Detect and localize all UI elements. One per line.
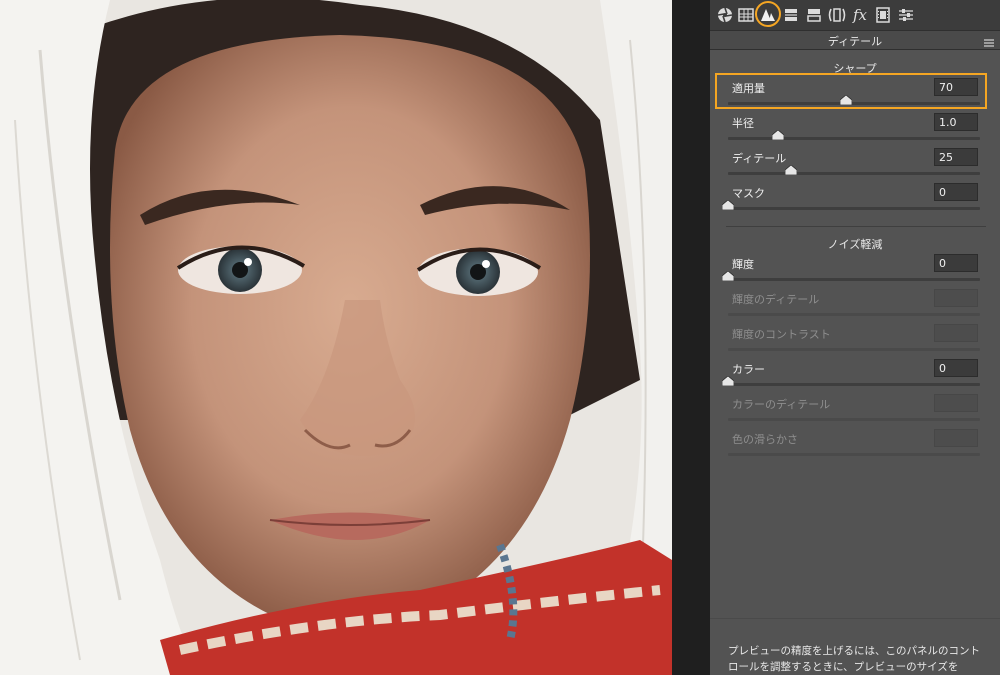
section-separator bbox=[726, 226, 986, 227]
fx-label: fx bbox=[852, 6, 867, 24]
panel-menu-icon[interactable] bbox=[983, 34, 995, 47]
slider-thumb[interactable] bbox=[722, 200, 734, 210]
noise-color-detail-label: カラーのディテール bbox=[732, 398, 831, 411]
sharpen-detail-field[interactable]: 25 bbox=[934, 148, 978, 166]
grid-curve-icon[interactable] bbox=[736, 5, 756, 25]
noise-luminance-detail-label: 輝度のディテール bbox=[732, 293, 820, 306]
portrait-image bbox=[0, 0, 672, 675]
noise-color-slider[interactable] bbox=[722, 376, 980, 386]
noise-color-smoothness-slider bbox=[728, 453, 980, 456]
sharpen-masking-slider[interactable] bbox=[722, 200, 980, 210]
sharpen-amount-label: 適用量 bbox=[732, 82, 765, 95]
sharpen-radius-label: 半径 bbox=[732, 117, 754, 130]
noise-luminance-detail-slider bbox=[728, 313, 980, 316]
noise-color-field[interactable]: 0 bbox=[934, 359, 978, 377]
sharpen-masking-label: マスク bbox=[732, 187, 765, 200]
aperture-icon[interactable] bbox=[715, 5, 735, 25]
photo-preview bbox=[0, 0, 672, 675]
footer-separator bbox=[710, 618, 1000, 619]
panel-header: ディテール bbox=[710, 30, 1000, 50]
slider-thumb[interactable] bbox=[722, 376, 734, 386]
panel-title: ディテール bbox=[827, 35, 883, 48]
noise-color-smoothness-label: 色の滑らかさ bbox=[732, 433, 798, 446]
sharpen-radius-slider[interactable] bbox=[728, 130, 980, 140]
noise-color-smoothness-field bbox=[934, 429, 978, 447]
sharpen-detail-slider[interactable] bbox=[728, 165, 980, 175]
fx-icon[interactable]: fx bbox=[850, 5, 870, 25]
split-toning-icon[interactable] bbox=[804, 5, 824, 25]
slider-thumb[interactable] bbox=[772, 130, 785, 140]
noise-luminance-contrast-label: 輝度のコントラスト bbox=[732, 328, 831, 341]
noise-luminance-field[interactable]: 0 bbox=[934, 254, 978, 272]
noise-luminance-contrast-slider bbox=[728, 348, 980, 351]
sharpen-amount-slider[interactable] bbox=[728, 95, 980, 105]
adjustment-panel: fx ディテール シャープ 適用量 70 半径 1.0 ディテール 25 マスク… bbox=[710, 0, 1000, 675]
slider-thumb[interactable] bbox=[840, 95, 853, 105]
sharpen-detail-label: ディテール bbox=[732, 152, 787, 165]
sharpen-radius-field[interactable]: 1.0 bbox=[934, 113, 978, 131]
noise-luminance-slider[interactable] bbox=[722, 271, 980, 281]
noise-color-detail-slider bbox=[728, 418, 980, 421]
preview-hint-line-1: プレビューの精度を上げるには、このパネルのコント bbox=[728, 645, 980, 657]
noise-color-label: カラー bbox=[732, 363, 765, 376]
noise-luminance-detail-field bbox=[934, 289, 978, 307]
panel-tab-bar: fx bbox=[710, 0, 1000, 30]
noise-color-detail-field bbox=[934, 394, 978, 412]
slider-thumb[interactable] bbox=[722, 271, 734, 281]
hsl-bars-icon[interactable] bbox=[781, 5, 801, 25]
noise-section-title: ノイズ軽減 bbox=[827, 238, 883, 251]
lens-icon[interactable] bbox=[827, 5, 847, 25]
preview-hint-text: プレビューの精度を上げるには、このパネルのコント ロールを調整するときに、プレビ… bbox=[728, 643, 990, 675]
noise-luminance-contrast-field bbox=[934, 324, 978, 342]
sliders-icon[interactable] bbox=[896, 5, 916, 25]
sharpen-amount-field[interactable]: 70 bbox=[934, 78, 978, 96]
sharpen-masking-field[interactable]: 0 bbox=[934, 183, 978, 201]
preview-hint-line-2: ロールを調整するときに、プレビューのサイズを bbox=[728, 661, 959, 673]
slider-thumb[interactable] bbox=[785, 165, 797, 175]
panel-divider bbox=[672, 0, 710, 675]
film-icon[interactable] bbox=[873, 5, 893, 25]
mountain-triangle-icon[interactable] bbox=[758, 5, 778, 25]
noise-luminance-label: 輝度 bbox=[732, 258, 754, 271]
